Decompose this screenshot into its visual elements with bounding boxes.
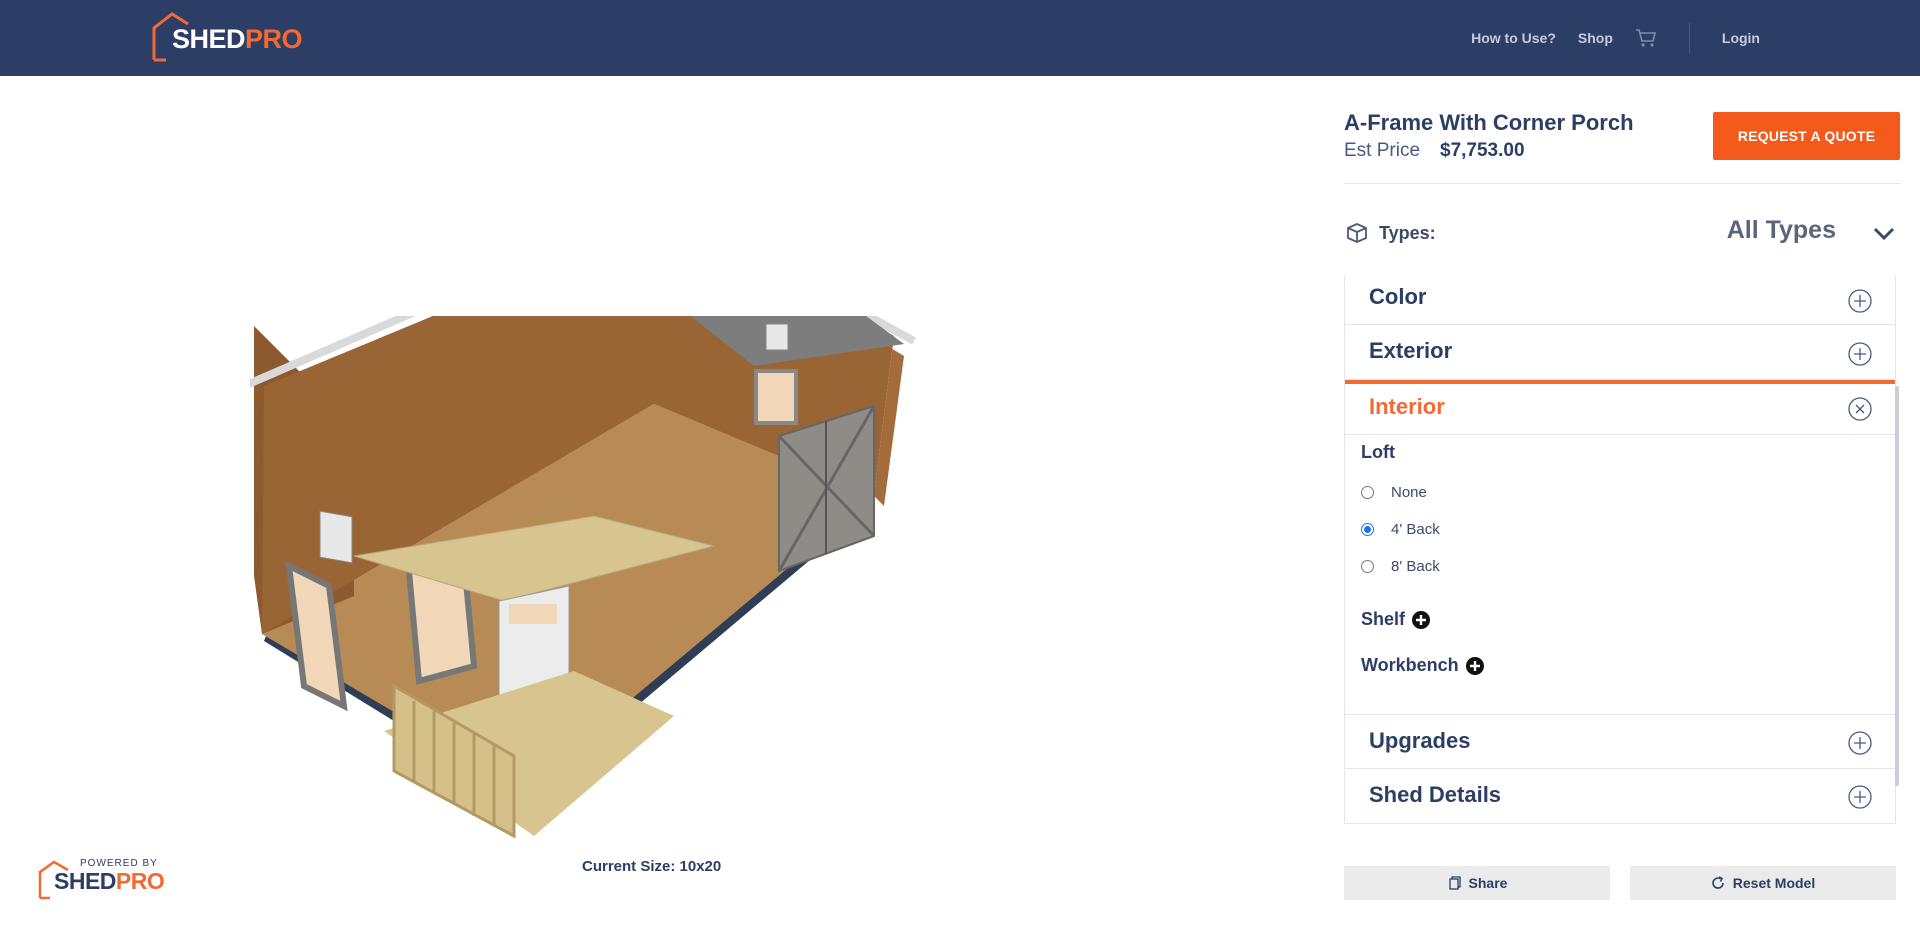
- shelf-label: Shelf: [1361, 609, 1406, 629]
- plus-circle-icon[interactable]: [1847, 341, 1873, 367]
- nav-how-to-use[interactable]: How to Use?: [1471, 30, 1556, 46]
- loft-option-4-back[interactable]: 4' Back: [1361, 518, 1440, 540]
- brand-logo-text[interactable]: SHEDPRO: [172, 24, 303, 55]
- nav-login[interactable]: Login: [1722, 30, 1760, 46]
- accordion-upgrades[interactable]: Upgrades: [1345, 714, 1895, 769]
- current-size-label: Current Size: 10x20: [582, 858, 722, 875]
- types-label: Types:: [1379, 223, 1436, 243]
- loft-option-label: None: [1391, 483, 1427, 501]
- reset-label: Reset Model: [1732, 875, 1816, 891]
- workbench-label: Workbench: [1361, 655, 1459, 675]
- add-shelf-icon[interactable]: [1411, 610, 1431, 630]
- est-price-label: Est Price: [1344, 140, 1421, 161]
- model-name: A-Frame With Corner Porch: [1344, 110, 1634, 135]
- shed-3d-viewer[interactable]: Current Size: 10x20 POWERED BY SHEDPRO: [0, 76, 1330, 927]
- accordion-exterior[interactable]: Exterior: [1345, 325, 1895, 380]
- share-label: Share: [1468, 875, 1508, 891]
- panel-divider: [1344, 183, 1900, 184]
- add-workbench-icon[interactable]: [1465, 656, 1485, 676]
- loft-option-label: 4' Back: [1391, 520, 1440, 538]
- accordion-color[interactable]: Color: [1345, 276, 1895, 325]
- types-dropdown[interactable]: Types: All Types: [1344, 216, 1900, 266]
- est-price-value: $7,753.00: [1440, 140, 1525, 161]
- options-accordion: Color Exterior Interior Loft None 4' Bac…: [1344, 276, 1899, 824]
- radio-button[interactable]: [1361, 559, 1374, 573]
- accordion-exterior-title: Exterior: [1369, 338, 1453, 363]
- shed-3d-model[interactable]: [250, 316, 930, 876]
- accordion-shed-details-title: Shed Details: [1369, 782, 1502, 807]
- shelf-add-row[interactable]: Shelf: [1361, 609, 1431, 630]
- main-nav: How to Use? Shop Login: [1471, 0, 1760, 76]
- loft-option-8-back[interactable]: 8' Back: [1361, 555, 1440, 577]
- logo-word: SHED: [172, 24, 246, 54]
- radio-button-checked[interactable]: [1361, 522, 1374, 536]
- cart-icon[interactable]: [1635, 27, 1657, 49]
- chevron-down-icon[interactable]: [1872, 224, 1896, 244]
- accordion-shed-details[interactable]: Shed Details: [1345, 769, 1895, 823]
- powered-by-brand: SHEDPRO: [54, 868, 165, 895]
- powered-accent: PRO: [115, 868, 165, 894]
- loft-option-label: 8' Back: [1391, 557, 1440, 575]
- types-selected-value[interactable]: All Types: [1727, 216, 1836, 245]
- configurator-panel: A-Frame With Corner Porch Est Price $7,7…: [1344, 76, 1900, 927]
- accordion-upgrades-title: Upgrades: [1369, 728, 1471, 753]
- nav-shop[interactable]: Shop: [1578, 30, 1613, 46]
- accordion-interior-title: Interior: [1369, 394, 1445, 419]
- accordion-interior[interactable]: Interior: [1345, 384, 1895, 435]
- top-navigation-bar: SHEDPRO How to Use? Shop Login: [0, 0, 1920, 76]
- accordion-color-title: Color: [1369, 284, 1427, 309]
- loft-label: Loft: [1361, 442, 1395, 462]
- nav-separator: [1688, 23, 1690, 53]
- box-icon: [1347, 223, 1367, 243]
- logo-accent: PRO: [245, 24, 303, 54]
- powered-word: SHED: [54, 868, 116, 894]
- workbench-add-row[interactable]: Workbench: [1361, 655, 1485, 676]
- loft-option-none[interactable]: None: [1361, 481, 1427, 503]
- panel-scrollbar[interactable]: [1895, 386, 1899, 786]
- close-circle-icon[interactable]: [1847, 396, 1873, 422]
- plus-circle-icon[interactable]: [1847, 784, 1873, 810]
- reset-model-button[interactable]: Reset Model: [1630, 866, 1896, 900]
- request-quote-button[interactable]: REQUEST A QUOTE: [1713, 112, 1900, 160]
- radio-button[interactable]: [1361, 485, 1374, 499]
- plus-circle-icon[interactable]: [1847, 288, 1873, 314]
- refresh-icon: [1711, 876, 1724, 889]
- share-button[interactable]: Share: [1344, 866, 1610, 900]
- copy-icon: [1448, 876, 1461, 890]
- plus-circle-icon[interactable]: [1847, 730, 1873, 756]
